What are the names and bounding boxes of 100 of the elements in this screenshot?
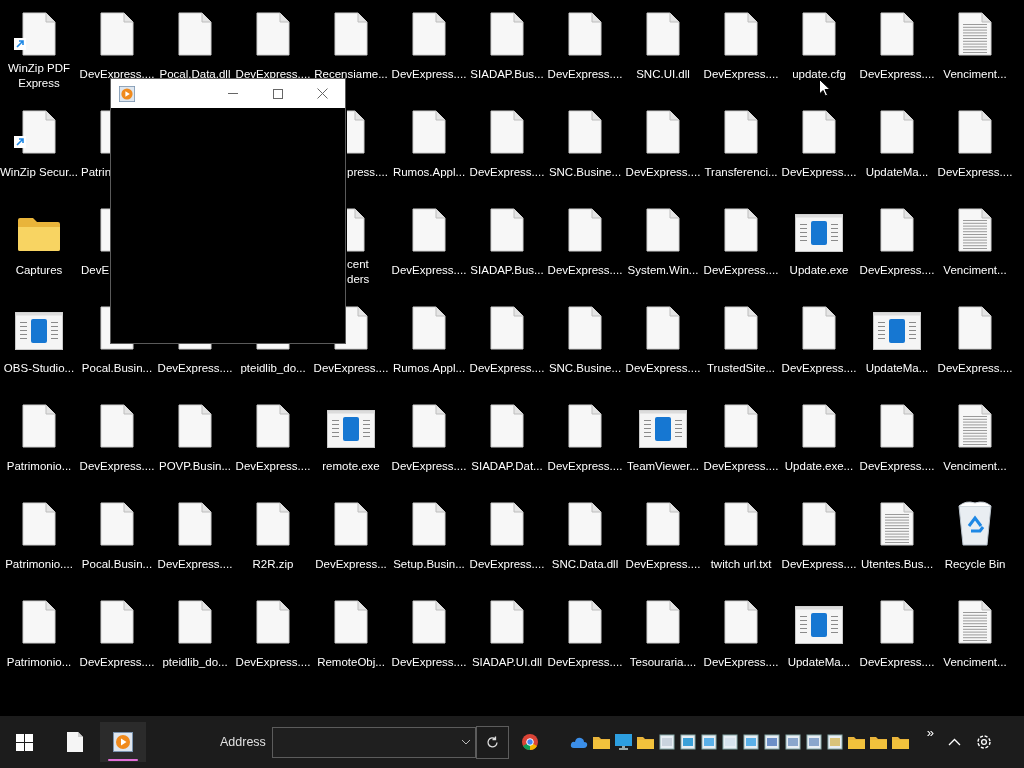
taskbar-app-button[interactable] — [100, 722, 146, 762]
file-name[interactable]: RemoteObj... — [317, 655, 385, 670]
monitor-icon[interactable] — [614, 734, 632, 750]
more-items-glyph[interactable]: » — [926, 723, 935, 743]
file-name[interactable]: DevExpress.... — [469, 361, 545, 376]
file-name[interactable]: DevExpress.... — [391, 655, 467, 670]
file-name[interactable]: Transferenci... — [704, 165, 778, 180]
file-name[interactable]: Patrimonio... — [6, 459, 72, 474]
file-name[interactable]: SNC.UI.dll — [636, 67, 690, 82]
file-name[interactable]: TrustedSite... — [707, 361, 775, 376]
file-name[interactable]: pteidlib_do... — [240, 361, 306, 376]
file-name[interactable]: SIADAP.Bus... — [470, 263, 544, 278]
file-name[interactable]: remote.exe — [322, 459, 380, 474]
file-name[interactable]: TeamViewer... — [627, 459, 699, 474]
file-name[interactable]: DevExpress.... — [859, 263, 935, 278]
file-name[interactable]: WinZip Secur... — [0, 165, 78, 180]
file-name[interactable]: Update.exe... — [784, 459, 854, 474]
file-name[interactable]: SIADAP.Bus... — [470, 67, 544, 82]
browser-icon[interactable] — [521, 734, 538, 750]
file-name[interactable]: DevExpress.... — [235, 655, 311, 670]
file-name[interactable]: POVP.Busin... — [159, 459, 231, 474]
file-name[interactable]: Pocal.Data.dll — [159, 67, 231, 82]
file-name[interactable]: DevExpress.... — [937, 361, 1013, 376]
folder-icon[interactable] — [592, 735, 610, 749]
file-name[interactable]: DevExpress.... — [157, 361, 233, 376]
file-name[interactable]: SIADAP.Dat... — [471, 459, 543, 474]
file-name[interactable]: DevExpress.... — [859, 459, 935, 474]
file-name[interactable]: WinZip PDF Express — [0, 61, 78, 91]
file-name[interactable]: DevExpress.... — [547, 655, 623, 670]
file-name[interactable]: DevExpress... — [315, 557, 387, 572]
file-name[interactable]: DevExpress.... — [235, 459, 311, 474]
file-name[interactable]: DevE — [81, 263, 110, 278]
file-name[interactable]: DevExpress.... — [625, 557, 701, 572]
file-name[interactable]: DevExpress.... — [391, 459, 467, 474]
refresh-button[interactable] — [475, 725, 509, 759]
file-name[interactable]: SNC.Data.dll — [551, 557, 619, 572]
folder-icon[interactable] — [891, 735, 909, 749]
file-name[interactable]: DevExpress.... — [625, 361, 701, 376]
file-name[interactable]: press.... — [347, 165, 388, 180]
file-name[interactable]: Setup.Busin... — [393, 557, 465, 572]
folder-icon[interactable] — [636, 735, 654, 749]
file-name[interactable]: DevExpress.... — [781, 361, 857, 376]
file-name[interactable]: DevExpress.... — [703, 263, 779, 278]
file-name[interactable]: Pocal.Busin... — [81, 361, 153, 376]
file-name[interactable]: Pocal.Busin... — [81, 557, 153, 572]
file-name[interactable]: DevExpress.... — [547, 459, 623, 474]
file-name[interactable]: Utentes.Bus... — [860, 557, 934, 572]
file-name[interactable]: SNC.Busine... — [548, 361, 622, 376]
file-name[interactable]: DevExpress.... — [547, 67, 623, 82]
file-name[interactable]: Patrimonio... — [6, 655, 72, 670]
file-name[interactable]: UpdateMa... — [787, 655, 851, 670]
file-name[interactable]: Recensiame... — [314, 67, 388, 82]
file-name[interactable]: DevExpress.... — [859, 67, 935, 82]
file-name[interactable]: Patrin — [81, 165, 112, 180]
file-name[interactable]: SIADAP.UI.dll — [471, 655, 543, 670]
file-name[interactable]: DevExpress.... — [781, 165, 857, 180]
file-name[interactable]: Recycle Bin — [944, 557, 1006, 572]
file-name[interactable]: DevExpress.... — [781, 557, 857, 572]
file-name[interactable]: Venciment... — [943, 67, 1007, 82]
file-name[interactable]: DevExpress.... — [79, 459, 155, 474]
file-name[interactable]: DevExpress.... — [625, 165, 701, 180]
file-name[interactable]: DevExpress.... — [703, 459, 779, 474]
file-name[interactable]: UpdateMa... — [865, 361, 929, 376]
address-field[interactable] — [271, 726, 476, 758]
file-name[interactable]: Captures — [15, 263, 63, 278]
file-name[interactable]: twitch url.txt — [710, 557, 772, 572]
file-name[interactable]: DevExpress.... — [547, 263, 623, 278]
file-name[interactable]: DevExpress.... — [703, 655, 779, 670]
chevron-up-icon[interactable] — [948, 738, 962, 746]
file-name[interactable]: DevExpress.... — [313, 361, 389, 376]
file-name[interactable]: DevExpress.... — [79, 655, 155, 670]
file-name[interactable]: DevExpress.... — [391, 67, 467, 82]
file-name[interactable]: Venciment... — [943, 459, 1007, 474]
file-name[interactable]: R2R.zip — [252, 557, 294, 572]
file-name[interactable]: System.Win... — [627, 263, 699, 278]
file-name[interactable]: Rumos.Appl... — [392, 361, 466, 376]
file-name[interactable]: cent ders — [347, 257, 370, 287]
file-name[interactable]: Patrimonio.... — [5, 557, 73, 572]
file-name[interactable]: DevExpress.... — [235, 67, 311, 82]
file-name[interactable]: Tesouraria.... — [629, 655, 697, 670]
file-name[interactable]: Venciment... — [943, 263, 1007, 278]
file-name[interactable]: pteidlib_do... — [162, 655, 228, 670]
file-name[interactable]: DevExpress.... — [703, 67, 779, 82]
file-name[interactable]: DevExpress.... — [79, 67, 155, 82]
folder-icon[interactable] — [869, 735, 887, 749]
file-name[interactable]: DevExpress.... — [859, 655, 935, 670]
settings-icon[interactable] — [975, 733, 994, 751]
file-name[interactable]: Update.exe — [789, 263, 849, 278]
file-name[interactable]: DevExpress.... — [937, 165, 1013, 180]
file-name[interactable]: DevExpress.... — [469, 557, 545, 572]
file-name[interactable]: Rumos.Appl... — [392, 165, 466, 180]
file-name[interactable]: DevExpress.... — [391, 263, 467, 278]
file-name[interactable]: UpdateMa... — [865, 165, 929, 180]
file-name[interactable]: SNC.Busine... — [548, 165, 622, 180]
folder-icon[interactable] — [847, 735, 865, 749]
file-name[interactable]: Venciment... — [943, 655, 1007, 670]
file-name[interactable]: update.cfg — [792, 67, 846, 82]
file-name[interactable]: OBS-Studio... — [3, 361, 75, 376]
cloud-icon[interactable] — [569, 736, 588, 748]
file-name[interactable]: DevExpress.... — [469, 165, 545, 180]
